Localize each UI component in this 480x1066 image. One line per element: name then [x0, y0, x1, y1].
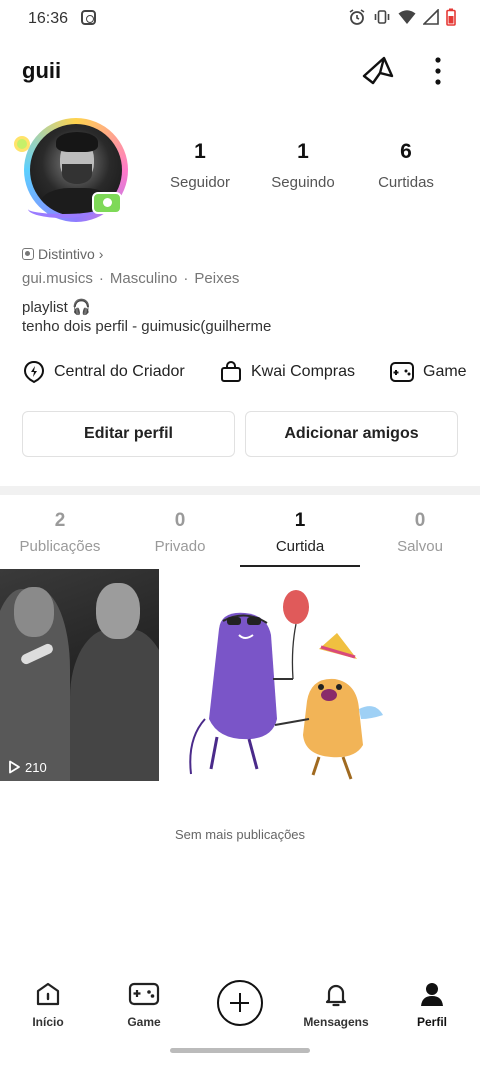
- wifi-icon: [398, 10, 416, 24]
- bell-icon: [325, 984, 347, 1007]
- badge-icon: [22, 248, 34, 260]
- tab-count: 1: [294, 510, 306, 531]
- tab-label: Curtida: [275, 538, 325, 555]
- tab-curtida[interactable]: 1 Curtida: [240, 510, 360, 555]
- profile-username: guii: [22, 58, 62, 83]
- profile-icon: [421, 983, 443, 1006]
- edit-profile-button[interactable]: Editar perfil: [22, 411, 235, 457]
- gesture-home-bar[interactable]: [170, 1048, 310, 1053]
- swirl-decoration: [28, 200, 98, 218]
- nav-profile-label: Perfil: [416, 1015, 447, 1029]
- nav-game-label: Game: [127, 1015, 161, 1029]
- add-friends-button[interactable]: Adicionar amigos: [245, 411, 458, 457]
- nav-profile[interactable]: Perfil: [392, 980, 472, 1029]
- game-label: Game: [423, 363, 467, 380]
- badge-link[interactable]: Distintivo ›: [22, 246, 103, 262]
- status-time: 16:36: [28, 10, 69, 27]
- tab-label: Publicações: [19, 538, 101, 555]
- gamepad-icon: [128, 982, 160, 1006]
- bio-line-2: tenho dois perfil - guimusic(guilherme: [22, 318, 272, 335]
- section-divider: [0, 486, 480, 495]
- profile-sign: Peixes: [194, 270, 240, 287]
- likes-label: Curtidas: [378, 174, 434, 191]
- instagram-icon: [81, 10, 96, 25]
- profile-meta: gui.musics · Masculino · Peixes: [22, 270, 240, 287]
- tab-label: Privado: [154, 538, 206, 555]
- bio-line-1: playlist 🎧: [22, 299, 91, 316]
- profile-handle: gui.musics: [22, 270, 93, 287]
- camera-sticker-icon: [92, 192, 122, 214]
- tab-label: Salvou: [397, 538, 443, 555]
- creator-center-link[interactable]: Central do Criador: [22, 360, 185, 384]
- nav-home-label: Início: [32, 1015, 64, 1029]
- tab-privado[interactable]: 0 Privado: [120, 510, 240, 555]
- status-icons: [348, 8, 456, 26]
- nav-messages[interactable]: Mensagens: [296, 980, 376, 1029]
- profile-bio: playlist 🎧 tenho dois perfil - guimusic(…: [22, 298, 271, 336]
- tab-count: 2: [54, 510, 66, 531]
- following-count: 1: [297, 140, 309, 163]
- post-views: 210: [6, 759, 47, 775]
- kwai-shop-link[interactable]: Kwai Compras: [219, 360, 355, 384]
- share-icon[interactable]: [360, 54, 396, 88]
- stat-followers[interactable]: 1 Seguidor: [150, 140, 250, 191]
- stat-likes[interactable]: 6 Curtidas: [356, 140, 456, 191]
- profile-avatar[interactable]: [14, 114, 134, 222]
- kwai-shop-label: Kwai Compras: [251, 363, 356, 380]
- no-more-posts-text: Sem mais publicações: [174, 827, 306, 842]
- likes-count: 6: [400, 140, 412, 163]
- gamepad-icon: [390, 362, 414, 382]
- home-icon: [36, 982, 60, 1006]
- signal-icon: [423, 9, 439, 25]
- tab-count: 0: [174, 510, 186, 531]
- following-label: Seguindo: [271, 174, 335, 191]
- flower-sticker-icon: [14, 136, 30, 152]
- post-thumbnail[interactable]: 210: [0, 569, 159, 781]
- nav-messages-label: Mensagens: [303, 1015, 369, 1029]
- tab-publicacoes[interactable]: 2 Publicações: [0, 510, 120, 555]
- post-views-count: 210: [25, 759, 47, 775]
- nav-home[interactable]: Início: [8, 980, 88, 1029]
- liked-sticker-image[interactable]: [161, 569, 401, 781]
- create-plus-icon[interactable]: [217, 980, 263, 1026]
- battery-icon: [446, 8, 456, 26]
- followers-count: 1: [194, 140, 206, 163]
- play-icon: [9, 760, 20, 774]
- creator-center-label: Central do Criador: [54, 363, 185, 380]
- tab-count: 0: [414, 510, 426, 531]
- tab-salvou[interactable]: 0 Salvou: [360, 510, 480, 555]
- lightning-icon: [23, 360, 45, 384]
- shopping-bag-icon: [221, 361, 241, 382]
- game-link[interactable]: Game: [389, 360, 467, 384]
- followers-label: Seguidor: [169, 174, 231, 191]
- vibrate-icon: [374, 10, 390, 24]
- badge-label: Distintivo: [38, 246, 95, 262]
- status-bar: 16:36: [0, 0, 480, 36]
- active-tab-indicator: [240, 565, 360, 567]
- nav-game[interactable]: Game: [104, 980, 184, 1029]
- more-icon[interactable]: [428, 54, 448, 88]
- alarm-icon: [349, 9, 365, 25]
- stat-following[interactable]: 1 Seguindo: [253, 140, 353, 191]
- profile-gender: Masculino: [109, 270, 178, 287]
- chevron-right-icon: ›: [98, 246, 104, 262]
